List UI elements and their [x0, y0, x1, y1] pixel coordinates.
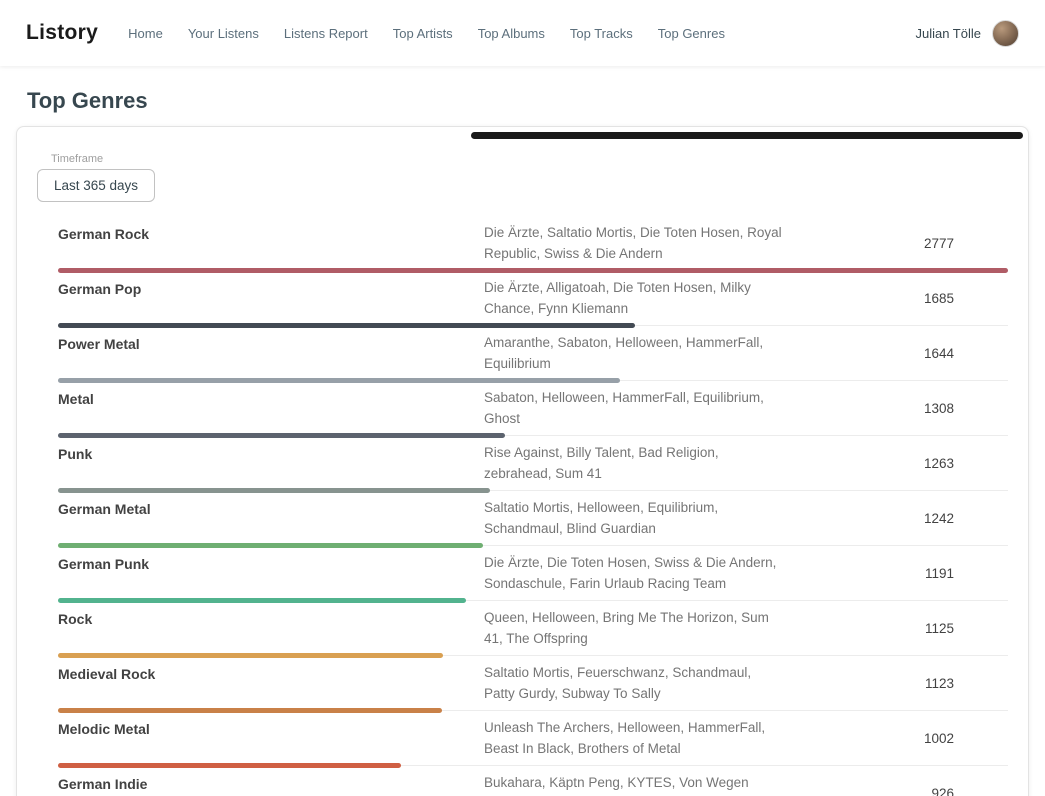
user-name: Julian Tölle — [915, 26, 981, 41]
genre-count: 1644 — [784, 346, 1008, 361]
genre-name: German Punk — [58, 553, 484, 572]
genre-artists: Bukahara, Käptn Peng, KYTES, Von Wegen L… — [484, 773, 784, 796]
genre-artists: Die Ärzte, Alligatoah, Die Toten Hosen, … — [484, 278, 784, 319]
table-row: German PunkDie Ärzte, Die Toten Hosen, S… — [58, 546, 1008, 601]
genre-count: 1191 — [784, 566, 1008, 581]
genre-name: German Metal — [58, 498, 484, 517]
table-row: Melodic MetalUnleash The Archers, Hellow… — [58, 711, 1008, 766]
timeframe-select[interactable]: Last 365 days — [37, 169, 155, 202]
nav-links: Home Your Listens Listens Report Top Artist… — [128, 26, 915, 41]
genre-count: 2777 — [784, 236, 1008, 251]
nav-item-top-tracks[interactable]: Top Tracks — [570, 26, 633, 41]
avatar[interactable] — [992, 20, 1019, 47]
timeframe-label: Timeframe — [51, 153, 1008, 165]
genre-count: 926 — [784, 786, 1008, 796]
top-genres-card: Timeframe Last 365 days German RockDie Ä… — [16, 126, 1029, 796]
genre-name: German Pop — [58, 278, 484, 297]
genre-count: 1263 — [784, 456, 1008, 471]
table-row: MetalSabaton, Helloween, HammerFall, Equ… — [58, 381, 1008, 436]
table-row: German RockDie Ärzte, Saltatio Mortis, D… — [58, 216, 1008, 271]
genre-name: Medieval Rock — [58, 663, 484, 682]
table-row: German MetalSaltatio Mortis, Helloween, … — [58, 491, 1008, 546]
genre-artists: Die Ärzte, Saltatio Mortis, Die Toten Ho… — [484, 223, 784, 264]
table-row: Power MetalAmaranthe, Sabaton, Helloween… — [58, 326, 1008, 381]
genre-name: Rock — [58, 608, 484, 627]
nav-item-top-genres[interactable]: Top Genres — [658, 26, 725, 41]
genre-artists: Amaranthe, Sabaton, Helloween, HammerFal… — [484, 333, 784, 374]
table-row: PunkRise Against, Billy Talent, Bad Reli… — [58, 436, 1008, 491]
app-logo[interactable]: Listory — [26, 21, 98, 45]
genres-table-body: German RockDie Ärzte, Saltatio Mortis, D… — [58, 216, 1008, 796]
genre-artists: Queen, Helloween, Bring Me The Horizon, … — [484, 608, 784, 649]
genre-artists: Sabaton, Helloween, HammerFall, Equilibr… — [484, 388, 784, 429]
user-area: Julian Tölle — [915, 20, 1019, 47]
genre-name: Power Metal — [58, 333, 484, 352]
genre-artists: Saltatio Mortis, Feuerschwanz, Schandmau… — [484, 663, 784, 704]
genre-name: Punk — [58, 443, 484, 462]
genre-count: 1685 — [784, 291, 1008, 306]
page-title: Top Genres — [27, 88, 1045, 114]
top-navbar: Listory Home Your Listens Listens Report To… — [0, 0, 1045, 66]
nav-item-your-listens[interactable]: Your Listens — [188, 26, 259, 41]
genre-name: German Rock — [58, 223, 484, 242]
genre-artists: Die Ärzte, Die Toten Hosen, Swiss & Die … — [484, 553, 784, 594]
genre-count: 1125 — [784, 621, 1008, 636]
nav-item-top-artists[interactable]: Top Artists — [393, 26, 453, 41]
genre-count: 1123 — [784, 676, 1008, 691]
horizontal-scrollbar-thumb[interactable] — [471, 132, 1023, 139]
genre-count: 1242 — [784, 511, 1008, 526]
main-content: Top Genres Timeframe Last 365 days Germa… — [0, 88, 1045, 796]
table-row: Medieval RockSaltatio Mortis, Feuerschwa… — [58, 656, 1008, 711]
table-row: German IndieBukahara, Käptn Peng, KYTES,… — [58, 766, 1008, 796]
nav-item-listens-report[interactable]: Listens Report — [284, 26, 368, 41]
genre-artists: Rise Against, Billy Talent, Bad Religion… — [484, 443, 784, 484]
genre-artists: Unleash The Archers, Helloween, HammerFa… — [484, 718, 784, 759]
genre-name: Metal — [58, 388, 484, 407]
genre-name: Melodic Metal — [58, 718, 484, 737]
table-row: RockQueen, Helloween, Bring Me The Horiz… — [58, 601, 1008, 656]
nav-item-top-albums[interactable]: Top Albums — [478, 26, 545, 41]
genre-name: German Indie — [58, 773, 484, 792]
genre-count: 1002 — [784, 731, 1008, 746]
genre-artists: Saltatio Mortis, Helloween, Equilibrium,… — [484, 498, 784, 539]
genre-count: 1308 — [784, 401, 1008, 416]
nav-item-home[interactable]: Home — [128, 26, 163, 41]
table-row: German PopDie Ärzte, Alligatoah, Die Tot… — [58, 271, 1008, 326]
